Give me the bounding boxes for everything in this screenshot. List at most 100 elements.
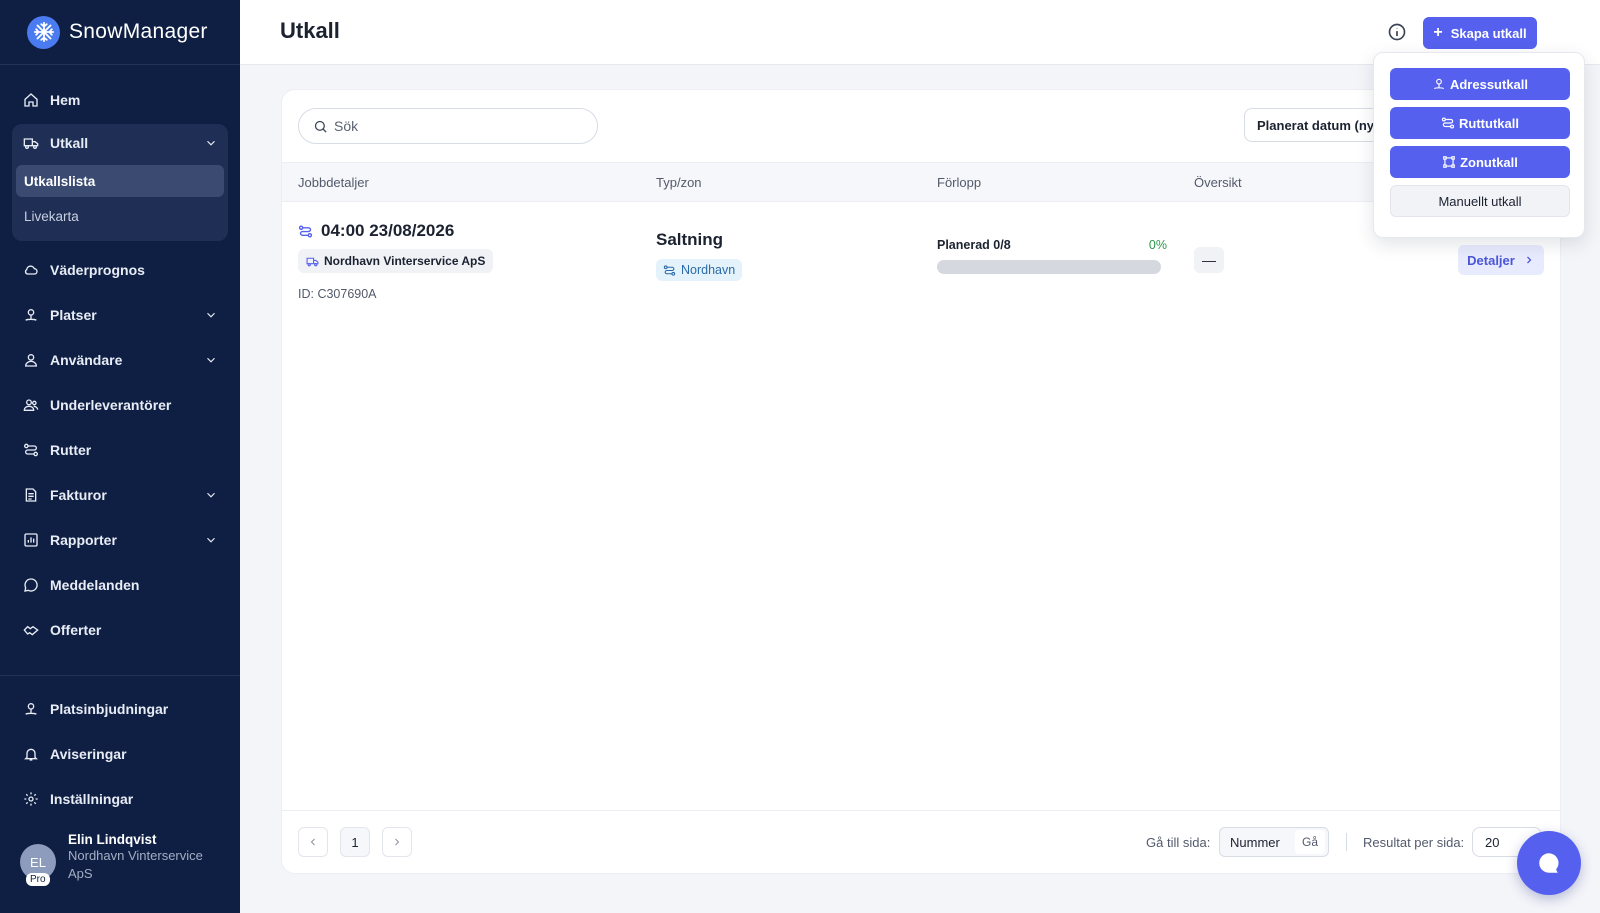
- sidebar-item-label: Inställningar: [50, 790, 134, 807]
- goto-page-field: Nummer Gå: [1219, 827, 1329, 857]
- job-time-text: 04:00 23/08/2026: [321, 221, 455, 240]
- truck-icon: [306, 257, 319, 266]
- snowflake-icon: [27, 15, 60, 49]
- menu-item-label: Ruttutkall: [1459, 115, 1519, 131]
- search-input[interactable]: Sök: [298, 108, 598, 144]
- user-name: Elin Lindqvist: [68, 832, 157, 847]
- zone-name: Nordhavn: [681, 263, 736, 277]
- sidebar-item-platser[interactable]: Platser: [12, 292, 228, 337]
- sidebar-item-vaderprognos[interactable]: Väderprognos: [12, 247, 228, 292]
- job-id: ID: C307690A: [298, 287, 377, 301]
- menu-item-adressutkall[interactable]: Adressutkall: [1390, 68, 1570, 100]
- sidebar-item-label: Väderprognos: [50, 261, 145, 278]
- avatar-initials: EL: [30, 854, 46, 870]
- user-info: Elin Lindqvist Nordhavn Vinterservice Ap…: [68, 832, 218, 883]
- sidebar-group-utkall: Utkall Utkallslista Livekarta: [12, 124, 228, 241]
- details-button[interactable]: Detaljer: [1458, 245, 1544, 275]
- route-icon: [663, 264, 676, 276]
- sidebar-item-platsinbjudningar[interactable]: Platsinbjudningar: [12, 686, 228, 731]
- per-page-label: Resultat per sida:: [1363, 835, 1465, 850]
- sidebar-item-label: Användare: [50, 351, 123, 368]
- table-row[interactable]: 04:00 23/08/2026 Nordhavn Vinterservice …: [282, 203, 1560, 313]
- sidebar-subitem-utkallslista[interactable]: Utkallslista: [16, 165, 224, 197]
- search-placeholder: Sök: [334, 118, 359, 134]
- sidebar-item-anvandare[interactable]: Användare: [12, 337, 228, 382]
- next-page-button[interactable]: [382, 827, 412, 857]
- users-icon: [22, 396, 40, 414]
- sidebar-item-rutter[interactable]: Rutter: [12, 427, 228, 472]
- menu-item-zonutkall[interactable]: Zonutkall: [1390, 146, 1570, 178]
- progress-label: Planerad 0/8: [937, 238, 1011, 252]
- pagination: 1 Gå till sida: Nummer Gå Resultat per s…: [282, 810, 1560, 873]
- sidebar-item-label: Underleverantörer: [50, 396, 172, 413]
- column-header-oversikt: Översikt: [1194, 175, 1242, 190]
- sidebar-item-aviseringar[interactable]: Aviseringar: [12, 731, 228, 776]
- per-page-value: 20: [1485, 834, 1500, 850]
- menu-item-label: Adressutkall: [1449, 76, 1529, 92]
- chevron-down-icon[interactable]: [204, 488, 218, 502]
- column-header-typ-zon: Typ/zon: [656, 175, 702, 190]
- goto-page-label: Gå till sida:: [1146, 835, 1211, 850]
- chevron-up-icon[interactable]: [204, 136, 218, 150]
- sidebar-item-label: Platsinbjudningar: [50, 700, 169, 717]
- menu-item-manuellt-utkall[interactable]: Manuellt utkall: [1390, 185, 1570, 217]
- brand[interactable]: SnowManager: [0, 0, 240, 65]
- chevron-down-icon[interactable]: [204, 353, 218, 367]
- cloud-icon: [22, 261, 40, 279]
- sidebar-item-label: Meddelanden: [50, 576, 140, 593]
- details-label: Detaljer: [1467, 252, 1515, 268]
- sidebar-item-label: Rutter: [50, 441, 92, 458]
- plus-icon: +: [1433, 24, 1443, 41]
- location-invite-icon: [22, 700, 40, 718]
- chevron-right-icon: [1526, 256, 1532, 264]
- chat-launcher-button[interactable]: [1517, 831, 1581, 895]
- create-callout-menu: Adressutkall Ruttutkall Zonutkall Manuel…: [1373, 52, 1585, 238]
- sidebar-item-label: Hem: [50, 91, 81, 108]
- page-button-current[interactable]: 1: [340, 827, 370, 857]
- sidebar-item-installningar[interactable]: Inställningar: [12, 776, 228, 821]
- location-icon: [1433, 78, 1445, 90]
- create-callout-button[interactable]: + Skapa utkall: [1423, 17, 1537, 49]
- sidebar-item-hem[interactable]: Hem: [12, 77, 228, 122]
- sidebar-subitem-livekarta[interactable]: Livekarta: [16, 200, 224, 232]
- truck-icon: [22, 134, 40, 152]
- bottom-nav: Platsinbjudningar Aviseringar Inställnin…: [12, 686, 228, 821]
- callout-list-card: Sök Planerat datum (nyas Jobbdetaljer Ty…: [281, 89, 1561, 874]
- handshake-icon: [22, 621, 40, 639]
- sidebar-item-label: Aviseringar: [50, 745, 127, 762]
- sidebar-item-underleverantorer[interactable]: Underleverantörer: [12, 382, 228, 427]
- chevron-down-icon[interactable]: [204, 308, 218, 322]
- user-profile[interactable]: EL Pro Elin Lindqvist Nordhavn Vinterser…: [20, 832, 218, 886]
- invoice-icon: [22, 486, 40, 504]
- main-nav: Hem Utkall Utkallslista Livekarta Väderp…: [0, 65, 240, 652]
- sidebar-item-utkall[interactable]: Utkall: [12, 124, 228, 162]
- home-icon: [22, 91, 40, 109]
- sidebar-divider: [0, 675, 240, 676]
- chevron-right-icon: [395, 838, 400, 846]
- chevron-down-icon[interactable]: [204, 533, 218, 547]
- sidebar-item-label: Offerter: [50, 621, 102, 638]
- sort-label: Planerat datum (nyas: [1257, 117, 1389, 133]
- sidebar-item-label: Fakturor: [50, 486, 107, 503]
- message-icon: [22, 576, 40, 594]
- chart-icon: [22, 531, 40, 549]
- prev-page-button[interactable]: [298, 827, 328, 857]
- progress-percent: 0%: [1148, 238, 1167, 252]
- table-header: Jobbdetaljer Typ/zon Förlopp Översikt: [282, 162, 1560, 202]
- job-type: Saltning: [656, 230, 724, 249]
- info-icon[interactable]: [1387, 22, 1407, 42]
- pro-badge: Pro: [26, 873, 50, 886]
- sidebar-item-label: Rapporter: [50, 531, 117, 548]
- goto-page-input[interactable]: Nummer: [1220, 835, 1295, 850]
- sidebar-item-meddelanden[interactable]: Meddelanden: [12, 562, 228, 607]
- sidebar-item-label: Platser: [50, 306, 97, 323]
- create-callout-label: Skapa utkall: [1450, 25, 1527, 41]
- sidebar-item-rapporter[interactable]: Rapporter: [12, 517, 228, 562]
- sidebar: SnowManager Hem Utkall Utkallslista Live…: [0, 0, 240, 913]
- goto-page-button[interactable]: Gå: [1295, 830, 1325, 854]
- menu-item-ruttutkall[interactable]: Ruttutkall: [1390, 107, 1570, 139]
- chat-icon: [1539, 853, 1559, 873]
- sidebar-item-offerter[interactable]: Offerter: [12, 607, 228, 652]
- zone-badge: Nordhavn: [656, 259, 743, 281]
- sidebar-item-fakturor[interactable]: Fakturor: [12, 472, 228, 517]
